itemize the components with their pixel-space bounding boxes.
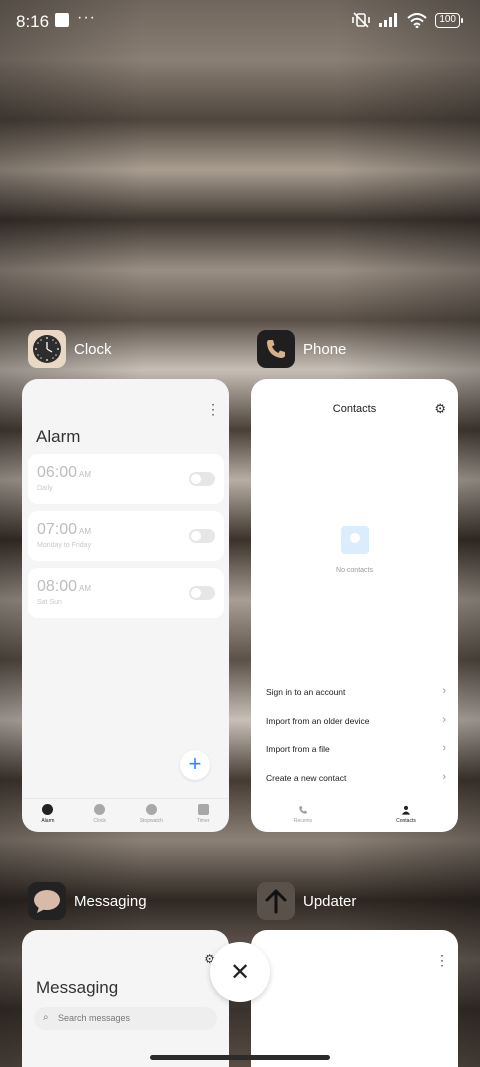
alarm-time: 07:00 AM <box>37 521 92 538</box>
timer-icon <box>197 804 209 815</box>
contacts-screen-title: Contacts <box>332 403 377 415</box>
more-notifications-icon: ··· <box>77 9 96 26</box>
tab-clock: Clock <box>74 799 126 832</box>
alarm-repeat: Monday to Friday <box>37 542 92 549</box>
app-header-messaging[interactable]: Messaging <box>28 882 147 920</box>
app-name-messaging: Messaging <box>74 892 147 910</box>
stopwatch-icon <box>145 804 157 815</box>
app-header-updater[interactable]: Updater <box>257 882 356 920</box>
close-icon: ✕ <box>229 958 251 986</box>
alarm-repeat: Sat Sun <box>37 599 62 606</box>
chevron-right-icon: › <box>442 685 446 697</box>
updater-app-icon <box>257 882 295 920</box>
clear-all-button[interactable]: ✕ <box>210 942 270 1002</box>
search-icon: ⌕ <box>43 1012 49 1023</box>
contact-action: Import from an older device › <box>266 714 446 726</box>
battery-icon: 100 <box>435 12 463 28</box>
contact-action: Sign in to an account › <box>266 685 446 697</box>
phone-icon <box>299 806 307 814</box>
gear-icon: ⚙ <box>434 401 446 416</box>
tab-alarm: Alarm <box>22 799 74 832</box>
tab-recents: Recents <box>283 805 323 824</box>
messaging-app-icon <box>28 882 66 920</box>
signal-icon <box>379 13 398 27</box>
clock-icon <box>94 804 106 815</box>
search-messages-field: ⌕ Search messages <box>34 1007 217 1030</box>
recent-card-messaging[interactable]: ⚙ Messaging ⌕ Search messages <box>22 930 229 1067</box>
app-name-updater: Updater <box>303 892 357 910</box>
recent-card-updater[interactable]: ⋮ <box>251 930 458 1067</box>
tab-stopwatch: Stopwatch <box>126 799 178 832</box>
person-icon <box>401 805 411 815</box>
tab-contacts: Contacts <box>386 805 426 824</box>
wifi-icon <box>407 12 427 28</box>
phone-app-icon <box>257 330 295 368</box>
alarm-icon <box>42 804 54 815</box>
chevron-right-icon: › <box>442 771 446 783</box>
chevron-right-icon: › <box>442 742 446 754</box>
home-gesture-bar[interactable] <box>150 1055 330 1060</box>
clock-tab-bar: Alarm Clock Stopwatch Timer <box>22 798 229 832</box>
app-header-clock[interactable]: Clock <box>28 330 112 368</box>
status-bar: 8:16 ··· 100 <box>0 0 480 44</box>
alarm-time: 06:00 AM <box>37 464 92 481</box>
alarm-item: 08:00 AM Sat Sun <box>28 568 224 618</box>
notification-icon <box>55 13 69 27</box>
recent-card-clock[interactable]: ⋮ Alarm 06:00 AM Daily 07:00 AM Monday to … <box>22 379 229 832</box>
add-alarm-button: + <box>180 750 210 780</box>
empty-contacts-icon <box>341 526 369 554</box>
alarm-time: 08:00 AM <box>37 578 92 595</box>
alarm-repeat: Daily <box>37 485 53 492</box>
empty-contacts-text: No contacts <box>336 567 373 574</box>
clock-app-icon <box>28 330 66 368</box>
more-options-icon: ⋮ <box>206 401 220 417</box>
alarm-toggle <box>189 472 215 486</box>
recent-card-phone[interactable]: Contacts ⚙ No contacts Sign in to an acc… <box>251 379 458 832</box>
more-options-icon: ⋮ <box>435 952 449 968</box>
alarm-screen-title: Alarm <box>36 427 81 446</box>
alarm-item: 06:00 AM Daily <box>28 454 224 504</box>
alarm-toggle <box>189 529 215 543</box>
app-name-phone: Phone <box>303 340 347 358</box>
app-name-clock: Clock <box>74 340 112 358</box>
status-time: 8:16 <box>16 12 50 31</box>
app-header-phone[interactable]: Phone <box>257 330 346 368</box>
alarm-toggle <box>189 586 215 600</box>
alarm-item: 07:00 AM Monday to Friday <box>28 511 224 561</box>
chevron-right-icon: › <box>442 714 446 726</box>
vibrate-off-icon <box>352 12 371 28</box>
tab-timer: Timer <box>177 799 229 832</box>
contact-action: Create a new contact › <box>266 771 446 783</box>
contact-action: Import from a file › <box>266 742 446 754</box>
messaging-screen-title: Messaging <box>36 978 119 997</box>
